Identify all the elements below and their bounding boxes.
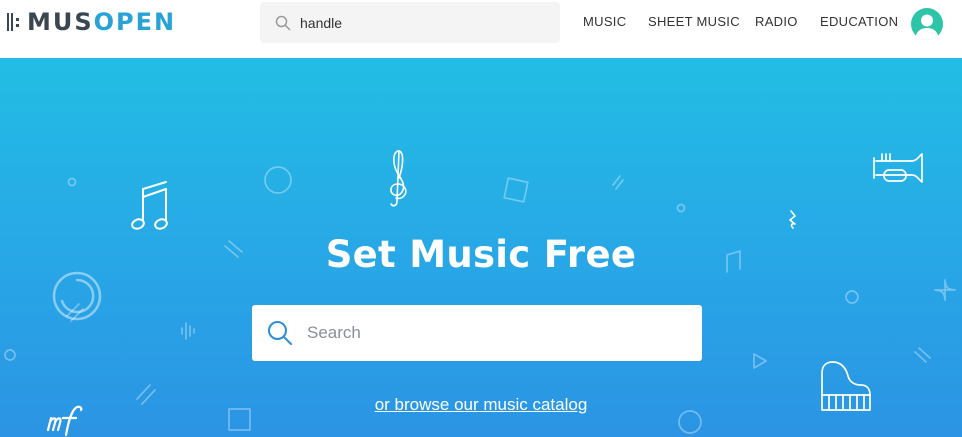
musopen-logo[interactable]: MUSOPEN (7, 9, 176, 35)
person-icon (915, 14, 939, 40)
user-avatar-icon[interactable] (911, 8, 943, 40)
nav-radio[interactable]: RADIO (755, 14, 798, 30)
site-header: MUSOPEN MUSIC SHEET MUSIC RADIO EDUCATIO… (0, 0, 962, 58)
treble-clef-icon (390, 150, 407, 207)
music-note-icon (131, 181, 168, 230)
browse-catalog-link[interactable]: or browse our music catalog (375, 395, 588, 414)
logo-text: MUSOPEN (27, 8, 177, 36)
hero-title: Set Music Free (325, 233, 637, 276)
search-icon (275, 15, 291, 30)
trumpet-icon (873, 153, 923, 183)
nav-education[interactable]: EDUCATION (820, 14, 898, 30)
logo-mark-icon (7, 11, 21, 33)
quarter-rest-icon (789, 210, 796, 229)
main-search-bar[interactable] (252, 305, 702, 361)
header-search-input[interactable] (300, 14, 540, 31)
header-search-bar[interactable] (260, 2, 560, 43)
search-icon (268, 321, 292, 345)
hero-section: Set Music Free or browse our music catal… (0, 58, 962, 437)
nav-music[interactable]: MUSIC (583, 14, 626, 30)
vinyl-icon (52, 271, 102, 321)
browse-catalog-row: or browse our music catalog (0, 395, 962, 415)
nav-sheet-music[interactable]: SHEET MUSIC (648, 14, 740, 30)
main-search-input[interactable] (307, 323, 697, 343)
